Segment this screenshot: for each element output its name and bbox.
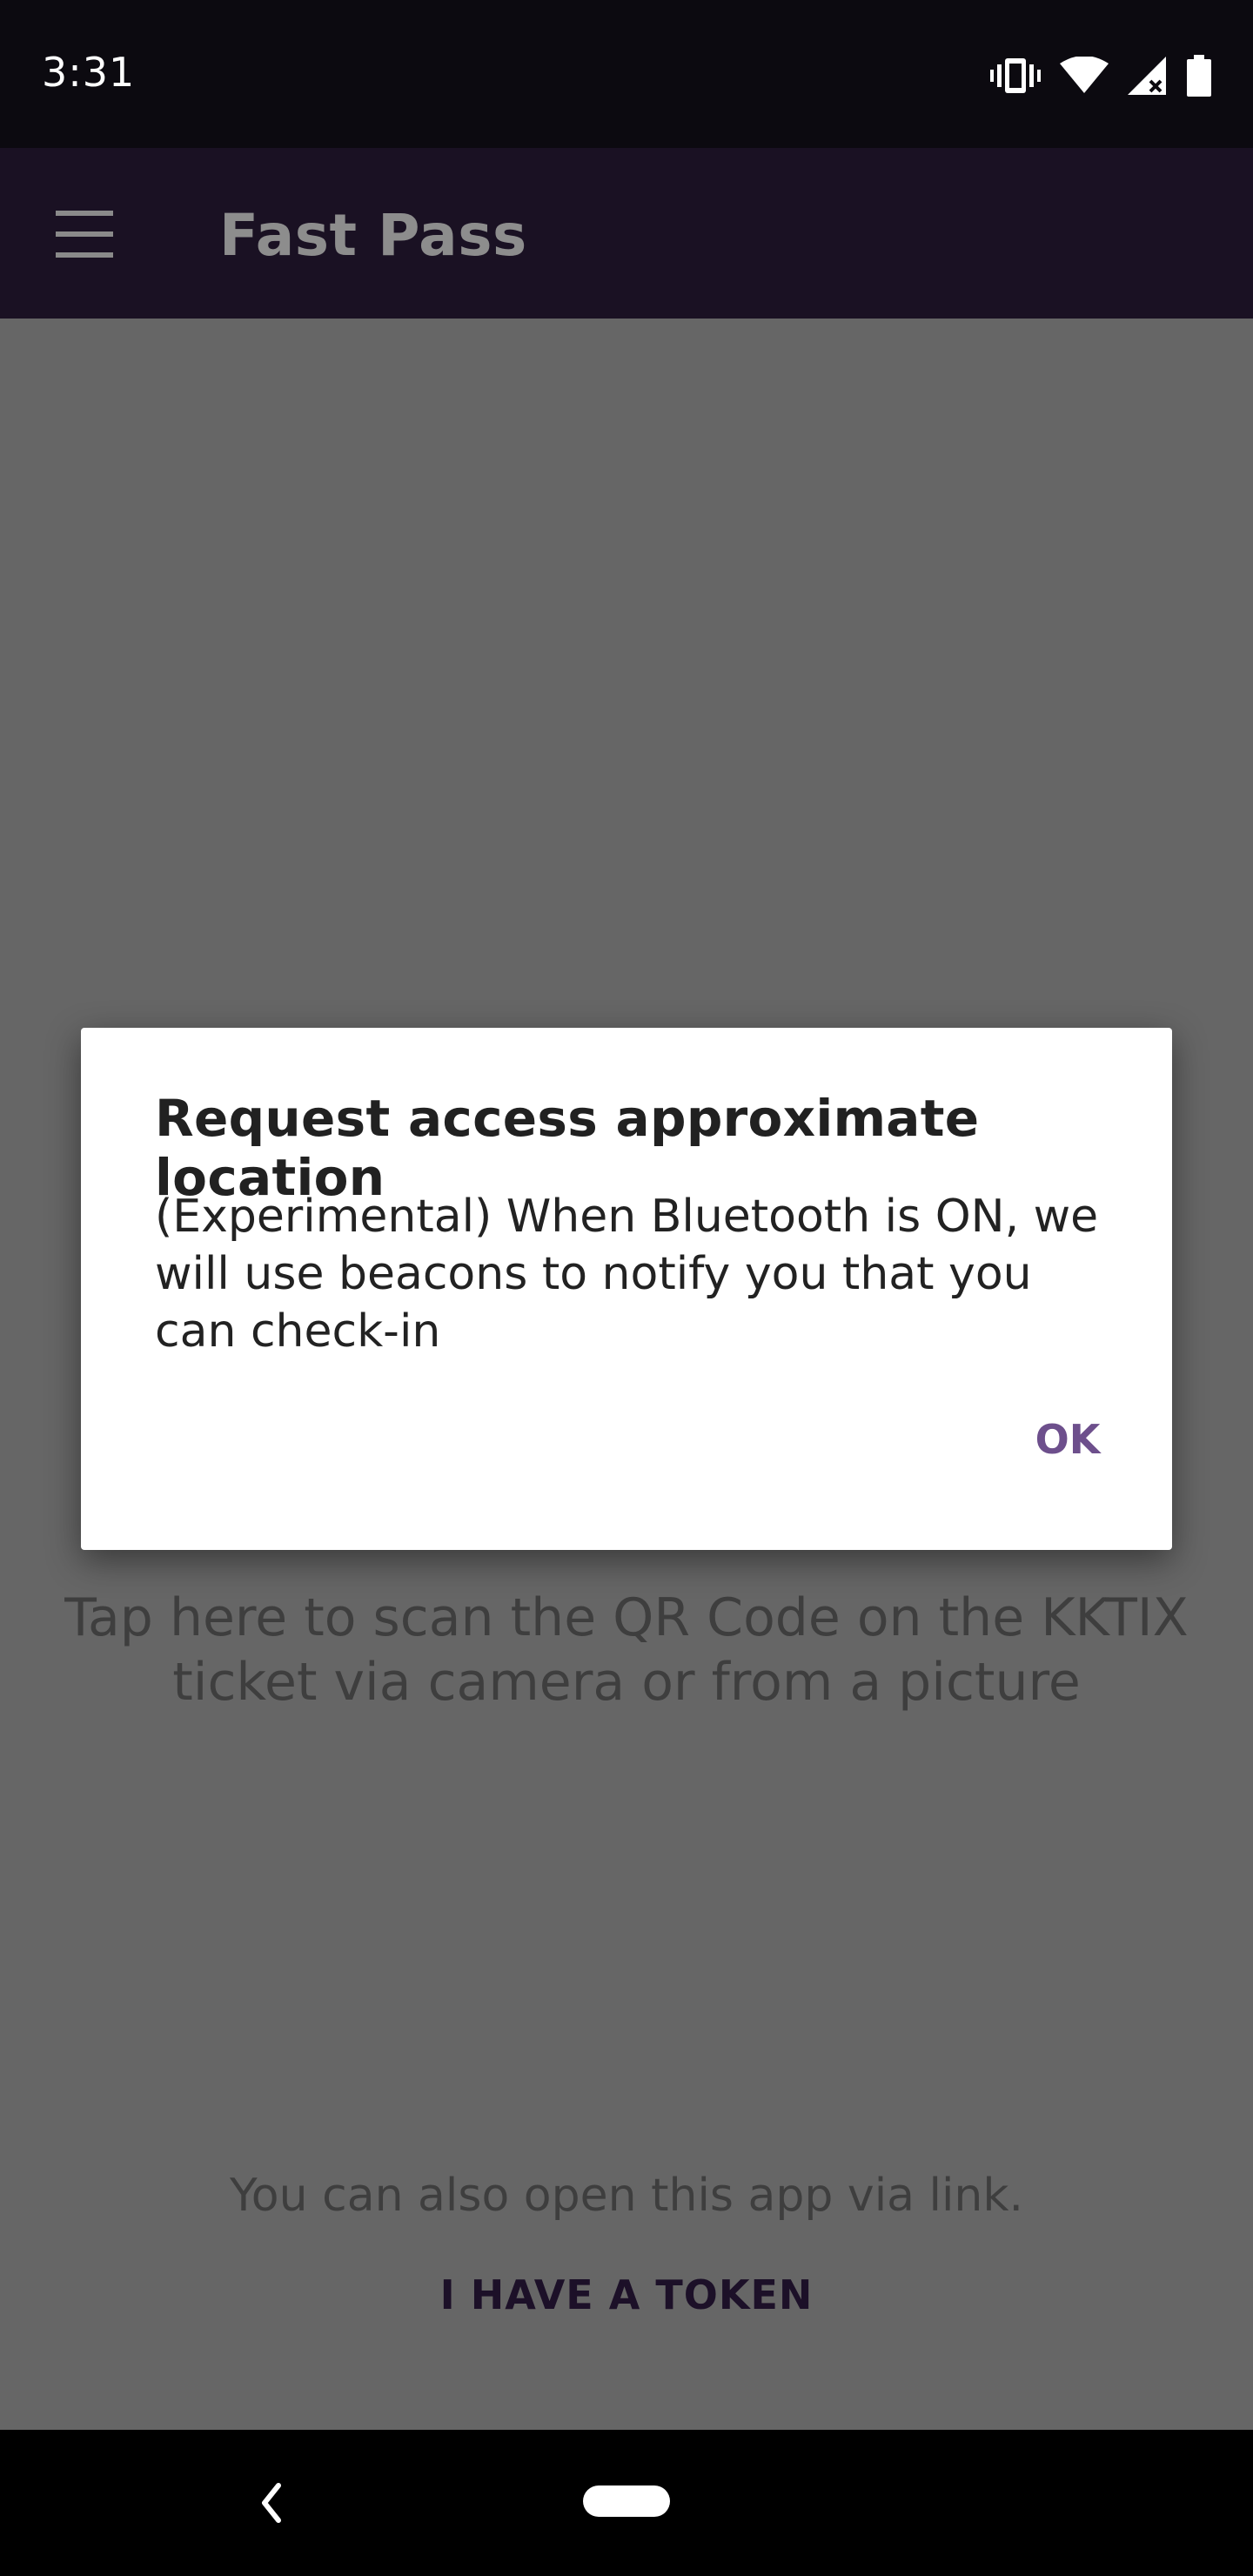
ok-button[interactable]: OK <box>1015 1400 1120 1479</box>
app-bar: Fast Pass <box>0 148 1253 319</box>
location-permission-dialog: Request access approximate location (Exp… <box>81 1028 1172 1550</box>
open-via-link-hint: You can also open this app via link. <box>229 2170 1024 2222</box>
navigation-bar <box>0 2430 1253 2576</box>
battery-icon <box>1187 55 1211 97</box>
dialog-message: (Experimental) When Bluetooth is ON, we … <box>155 1191 1099 1358</box>
back-icon[interactable] <box>244 2468 298 2538</box>
wifi-icon <box>1060 57 1109 93</box>
app-title: Fast Pass <box>219 202 527 269</box>
have-token-button[interactable]: I HAVE A TOKEN <box>418 2256 835 2334</box>
hamburger-menu-icon[interactable] <box>45 204 124 265</box>
home-pill-icon[interactable] <box>583 2485 670 2517</box>
scan-qr-hint[interactable]: Tap here to scan the QR Code on the KKTI… <box>52 1586 1201 1714</box>
cellular-no-signal-icon <box>1128 57 1166 95</box>
status-icons <box>990 54 1211 97</box>
vibrate-icon <box>990 58 1041 93</box>
status-time: 3:31 <box>42 49 136 96</box>
status-bar: 3:31 <box>0 0 1253 148</box>
